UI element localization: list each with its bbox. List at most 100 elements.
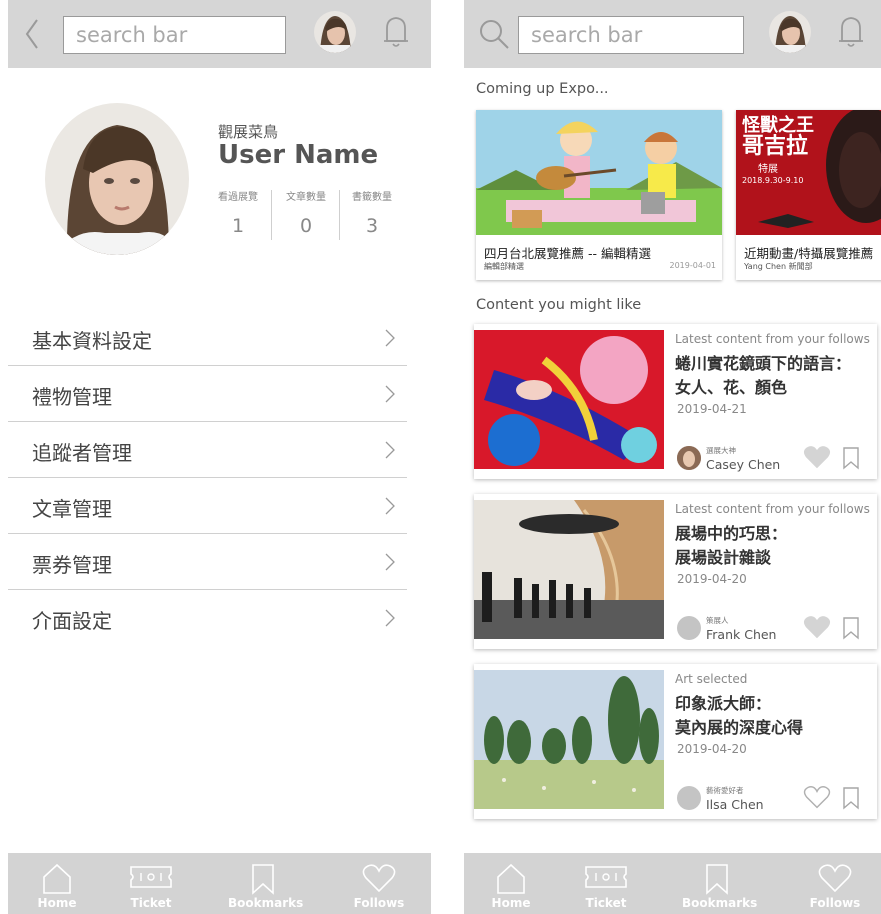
card-date: 2019-04-20	[677, 572, 747, 586]
bookmark-icon	[252, 864, 274, 895]
profile-username: User Name	[218, 140, 379, 170]
stat-value: 1	[231, 215, 245, 237]
menu-item-label: 基本資料設定	[32, 329, 152, 353]
expo-title: 近期動畫/特攝展覽推薦	[744, 246, 874, 261]
profile-screen: search bar 觀展菜鳥 User Name 看過展覽 1 文章數量 0 …	[8, 0, 431, 914]
coming-up-heading: Coming up Expo...	[476, 81, 609, 97]
bookmark-icon[interactable]	[842, 786, 860, 810]
author-role: 藝術愛好者	[706, 786, 744, 795]
expo-card[interactable]: 四月台北展覽推薦 -- 編輯精選 編輯部精選 2019-04-01	[476, 110, 722, 280]
card-category: Latest content from your follows	[675, 502, 870, 516]
author-name[interactable]: Frank Chen	[706, 627, 776, 642]
like-heart-icon[interactable]	[803, 615, 831, 639]
tab-follows[interactable]: Follows	[344, 853, 414, 914]
bookmark-icon[interactable]	[842, 446, 860, 470]
ticket-icon	[585, 866, 627, 888]
menu-item-tickets[interactable]: 票券管理	[8, 533, 407, 590]
author-name[interactable]: Ilsa Chen	[706, 797, 764, 812]
tab-label: Follows	[353, 896, 405, 910]
menu-item-followers[interactable]: 追蹤者管理	[8, 421, 407, 478]
bookmark-icon	[706, 864, 728, 895]
home-feed-screen: search bar Coming up Expo... 四月台北展覽推薦 --…	[464, 0, 881, 914]
bell-icon[interactable]	[837, 14, 865, 50]
search-input[interactable]: search bar	[63, 16, 286, 54]
tab-label: Ticket	[585, 896, 627, 910]
stat-value: 0	[299, 215, 313, 237]
stat-label: 文章數量	[286, 192, 326, 203]
like-heart-outline-icon[interactable]	[803, 785, 831, 809]
avatar[interactable]	[769, 11, 811, 53]
tab-home[interactable]: Home	[476, 853, 546, 914]
profile-avatar	[45, 103, 189, 255]
stat-viewed: 看過展覽 1	[206, 188, 270, 237]
card-date: 2019-04-21	[677, 402, 747, 416]
expo-source: 編輯部精選	[484, 262, 524, 271]
search-icon[interactable]	[478, 18, 510, 50]
content-card[interactable]: Latest content from your follows 蜷川實花鏡頭下…	[474, 324, 877, 479]
bell-icon[interactable]	[382, 14, 410, 50]
card-title: 印象派大師： 莫內展的深度心得	[675, 692, 803, 740]
stat-label: 看過展覽	[218, 192, 258, 203]
tab-bar: Home Ticket Bookmarks Follows	[8, 853, 431, 914]
tab-bookmarks[interactable]: Bookmarks	[228, 853, 304, 914]
tab-home[interactable]: Home	[22, 853, 92, 914]
bookmark-icon[interactable]	[842, 616, 860, 640]
card-title-line: 女人、花、顏色	[675, 378, 788, 397]
content-card[interactable]: Latest content from your follows 展場中的巧思：…	[474, 494, 877, 649]
tab-ticket[interactable]: Ticket	[571, 853, 641, 914]
author-avatar[interactable]	[677, 616, 701, 640]
menu-item-interface[interactable]: 介面設定	[8, 589, 407, 645]
avatar[interactable]	[314, 11, 356, 53]
expo-date: 2019-04-01	[669, 261, 717, 270]
author-name[interactable]: Casey Chen	[706, 457, 780, 472]
search-input[interactable]: search bar	[518, 16, 744, 54]
menu-item-articles[interactable]: 文章管理	[8, 477, 407, 534]
menu-item-label: 文章管理	[32, 497, 112, 521]
card-title-line: 莫內展的深度心得	[675, 718, 804, 737]
content-heading: Content you might like	[476, 297, 642, 313]
back-icon[interactable]	[24, 18, 40, 50]
expo-source: Yang Chen 新聞部	[744, 262, 813, 271]
card-title: 蜷川實花鏡頭下的語言： 女人、花、顏色	[675, 352, 851, 400]
tab-label: Home	[37, 896, 77, 910]
menu-item-basic-settings[interactable]: 基本資料設定	[8, 309, 407, 366]
chevron-right-icon	[385, 609, 395, 627]
expo-poster: 怪獸之王 哥吉拉 特展 2018.9.30-9.10	[736, 110, 881, 235]
card-title-line: 印象派大師：	[675, 694, 772, 713]
tab-bar: Home Ticket Bookmarks Follows	[464, 853, 881, 914]
card-date: 2019-04-20	[677, 742, 747, 756]
stat-articles: 文章數量 0	[274, 188, 338, 237]
card-category: Art selected	[675, 672, 748, 686]
stat-label: 書籤數量	[352, 192, 392, 203]
tab-label: Ticket	[130, 896, 172, 910]
tab-label: Bookmarks	[228, 896, 304, 910]
like-heart-icon[interactable]	[803, 445, 831, 469]
tab-follows[interactable]: Follows	[800, 853, 870, 914]
stat-value: 3	[365, 215, 379, 237]
card-title: 展場中的巧思： 展場設計雜談	[675, 522, 787, 570]
chevron-right-icon	[385, 553, 395, 571]
profile-nickname: 觀展菜鳥	[218, 123, 279, 141]
heart-icon	[362, 864, 396, 893]
chevron-right-icon	[385, 385, 395, 403]
author-avatar[interactable]	[677, 446, 701, 470]
stat-bookmarks: 書籤數量 3	[340, 188, 404, 237]
card-title-line: 展場設計雜談	[675, 548, 772, 567]
expo-card[interactable]: 怪獸之王 哥吉拉 特展 2018.9.30-9.10 近期動畫/特攝展覽推薦 Y…	[736, 110, 881, 280]
stat-divider	[271, 190, 272, 240]
author-avatar[interactable]	[677, 786, 701, 810]
home-icon	[497, 863, 525, 894]
tab-bookmarks[interactable]: Bookmarks	[682, 853, 758, 914]
tab-label: Bookmarks	[682, 896, 758, 910]
tab-ticket[interactable]: Ticket	[116, 853, 186, 914]
top-bar: search bar	[8, 0, 431, 68]
menu-item-gifts[interactable]: 禮物管理	[8, 365, 407, 422]
content-card[interactable]: Art selected 印象派大師： 莫內展的深度心得 2019-04-20 藝…	[474, 664, 877, 819]
card-image	[474, 330, 664, 469]
expo-illustration	[476, 110, 722, 235]
poster-title: 怪獸之王	[742, 115, 814, 136]
heart-icon	[818, 864, 852, 893]
author-role: 選展大神	[706, 446, 736, 455]
menu-item-label: 追蹤者管理	[32, 441, 132, 465]
tab-label: Follows	[809, 896, 861, 910]
